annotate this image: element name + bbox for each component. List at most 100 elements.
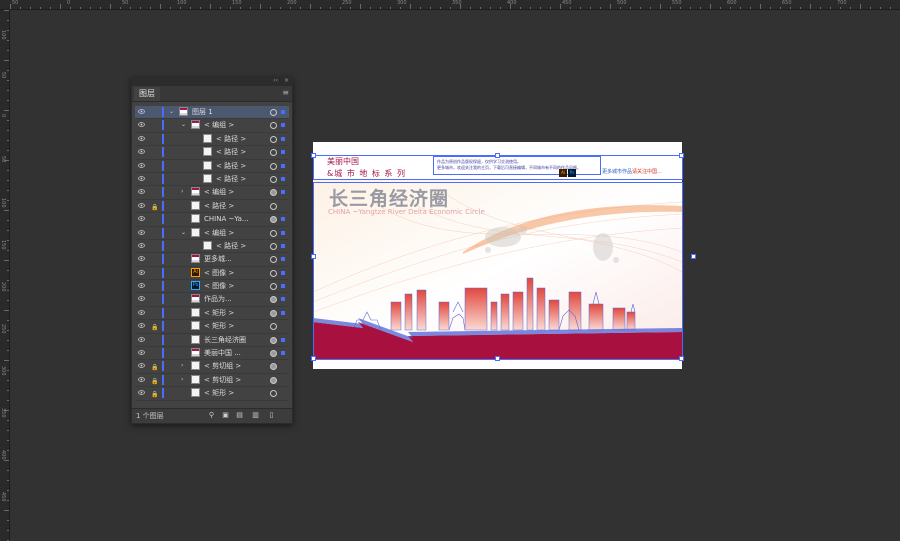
visibility-eye-icon[interactable] bbox=[138, 350, 145, 355]
layer-name[interactable]: < 路径 > bbox=[216, 133, 246, 145]
target-circle-icon[interactable] bbox=[270, 336, 277, 344]
resize-handle[interactable] bbox=[311, 254, 316, 259]
selection-indicator[interactable] bbox=[281, 337, 285, 342]
layer-name[interactable]: 美丽中国 ... bbox=[204, 347, 241, 359]
layer-name[interactable]: < 矩形 > bbox=[204, 387, 234, 399]
resize-handle[interactable] bbox=[495, 153, 500, 158]
target-circle-icon[interactable] bbox=[270, 122, 277, 130]
visibility-eye-icon[interactable] bbox=[138, 122, 145, 128]
selection-indicator[interactable] bbox=[281, 150, 285, 155]
chevron-right-icon[interactable]: › bbox=[181, 374, 183, 386]
visibility-eye-icon[interactable] bbox=[138, 189, 145, 195]
target-circle-icon[interactable] bbox=[270, 363, 277, 371]
selection-indicator[interactable] bbox=[281, 163, 285, 168]
visibility-eye-icon[interactable] bbox=[138, 310, 145, 315]
target-circle-icon[interactable] bbox=[270, 202, 277, 210]
tab-layers[interactable]: 图层 bbox=[134, 87, 160, 101]
selection-indicator[interactable] bbox=[281, 243, 285, 248]
resize-handle[interactable] bbox=[679, 356, 684, 361]
panel-title-bar[interactable]: ‹‹ × bbox=[132, 77, 292, 86]
new-sublayer-icon[interactable]: ▥ bbox=[252, 412, 259, 419]
layer-name[interactable]: < 编组 > bbox=[204, 119, 234, 131]
selection-indicator[interactable] bbox=[281, 351, 285, 356]
target-circle-icon[interactable] bbox=[270, 350, 277, 358]
export-icon[interactable]: ▣ bbox=[222, 412, 229, 419]
resize-handle[interactable] bbox=[311, 356, 316, 361]
lock-icon[interactable]: 🔒 bbox=[151, 389, 158, 401]
target-circle-icon[interactable] bbox=[270, 283, 277, 291]
visibility-eye-icon[interactable] bbox=[138, 336, 145, 342]
layer-row[interactable]: < 路径 > bbox=[135, 146, 289, 160]
layer-row[interactable]: 长三角经济圈 bbox=[135, 334, 289, 348]
layer-row[interactable]: ⌄ < 编组 > bbox=[135, 227, 289, 240]
layer-row[interactable]: < 路径 > bbox=[135, 160, 289, 173]
visibility-eye-icon[interactable] bbox=[138, 216, 145, 221]
layer-name[interactable]: CHINA ~Ya... bbox=[204, 213, 249, 225]
resize-handle[interactable] bbox=[495, 356, 500, 361]
selection-bounding-box-header[interactable] bbox=[313, 155, 683, 180]
layer-row[interactable]: 更多城... bbox=[135, 253, 289, 267]
selection-indicator[interactable] bbox=[281, 284, 285, 289]
collapse-panel-icon[interactable]: ‹‹ bbox=[273, 77, 278, 84]
layer-row[interactable]: < 路径 > bbox=[135, 173, 289, 187]
visibility-eye-icon[interactable] bbox=[138, 269, 145, 275]
target-circle-icon[interactable] bbox=[270, 390, 277, 398]
selection-indicator[interactable] bbox=[281, 190, 285, 195]
visibility-eye-icon[interactable] bbox=[138, 323, 145, 328]
layer-name[interactable]: 更多城... bbox=[204, 253, 232, 265]
vertical-ruler[interactable]: 100 50 0 50 100 150 200 250 300 350 400 450 bbox=[0, 10, 10, 541]
layer-name[interactable]: 作品为... bbox=[204, 293, 232, 305]
visibility-eye-icon[interactable] bbox=[138, 283, 145, 288]
resize-handle[interactable] bbox=[691, 254, 696, 259]
layer-name[interactable]: < 剪切组 > bbox=[204, 374, 241, 386]
visibility-eye-icon[interactable] bbox=[138, 256, 145, 262]
selection-indicator[interactable] bbox=[281, 136, 285, 141]
close-icon[interactable]: × bbox=[284, 77, 289, 84]
target-circle-icon[interactable] bbox=[270, 296, 277, 304]
layer-name[interactable]: 图层 1 bbox=[192, 106, 213, 118]
resize-handle[interactable] bbox=[679, 153, 684, 158]
layer-name[interactable]: < 路径 > bbox=[216, 146, 246, 158]
lock-icon[interactable]: 🔒 bbox=[151, 322, 158, 334]
layer-row[interactable]: < 路径 > bbox=[135, 133, 289, 147]
selection-indicator[interactable] bbox=[281, 110, 285, 114]
layer-name[interactable]: < 矩形 > bbox=[204, 307, 234, 319]
layer-row[interactable]: Ps < 图像 > bbox=[135, 280, 289, 294]
resize-handle[interactable] bbox=[311, 153, 316, 158]
target-circle-icon[interactable] bbox=[270, 376, 277, 384]
artboard[interactable]: 美丽中国 &城 市 地 标 系 列 作品为原创作品版权保留，仅供学习交流使用。 … bbox=[311, 142, 696, 369]
layer-row[interactable]: CHINA ~Ya... bbox=[135, 213, 289, 227]
selection-indicator[interactable] bbox=[281, 310, 285, 315]
target-circle-icon[interactable] bbox=[270, 162, 277, 170]
layer-row[interactable]: 🔒 < 路径 > bbox=[135, 200, 289, 214]
panel-menu-icon[interactable]: ≡ bbox=[282, 89, 289, 97]
visibility-eye-icon[interactable] bbox=[138, 162, 145, 168]
make-clip-mask-icon[interactable]: ▤ bbox=[236, 412, 243, 419]
layer-name[interactable]: < 路径 > bbox=[216, 160, 246, 172]
visibility-eye-icon[interactable] bbox=[138, 149, 145, 154]
lock-icon[interactable]: 🔒 bbox=[151, 362, 158, 374]
visibility-eye-icon[interactable] bbox=[138, 203, 145, 208]
layer-name[interactable]: < 编组 > bbox=[204, 227, 234, 239]
target-circle-icon[interactable] bbox=[270, 216, 277, 224]
layer-row[interactable]: < 路径 > bbox=[135, 240, 289, 254]
selection-indicator[interactable] bbox=[281, 217, 285, 222]
target-circle-icon[interactable] bbox=[270, 175, 277, 183]
target-circle-icon[interactable] bbox=[270, 189, 277, 197]
visibility-eye-icon[interactable] bbox=[138, 363, 145, 369]
target-circle-icon[interactable] bbox=[270, 256, 277, 264]
visibility-eye-icon[interactable] bbox=[138, 136, 145, 141]
target-circle-icon[interactable] bbox=[270, 309, 277, 317]
target-circle-icon[interactable] bbox=[270, 135, 277, 143]
chevron-down-icon[interactable]: ⌄ bbox=[181, 227, 186, 239]
visibility-eye-icon[interactable] bbox=[138, 243, 145, 248]
layer-name[interactable]: < 路径 > bbox=[216, 240, 246, 252]
target-circle-icon[interactable] bbox=[270, 109, 277, 116]
chevron-down-icon[interactable]: ⌄ bbox=[169, 106, 174, 118]
visibility-eye-icon[interactable] bbox=[138, 229, 145, 235]
visibility-eye-icon[interactable] bbox=[138, 176, 145, 181]
selection-indicator[interactable] bbox=[281, 176, 285, 181]
target-circle-icon[interactable] bbox=[270, 242, 277, 250]
target-circle-icon[interactable] bbox=[270, 323, 277, 331]
horizontal-ruler[interactable]: 50 0 50 100 150 200 250 300 350 400 450 500 550 600 65… bbox=[0, 0, 900, 10]
